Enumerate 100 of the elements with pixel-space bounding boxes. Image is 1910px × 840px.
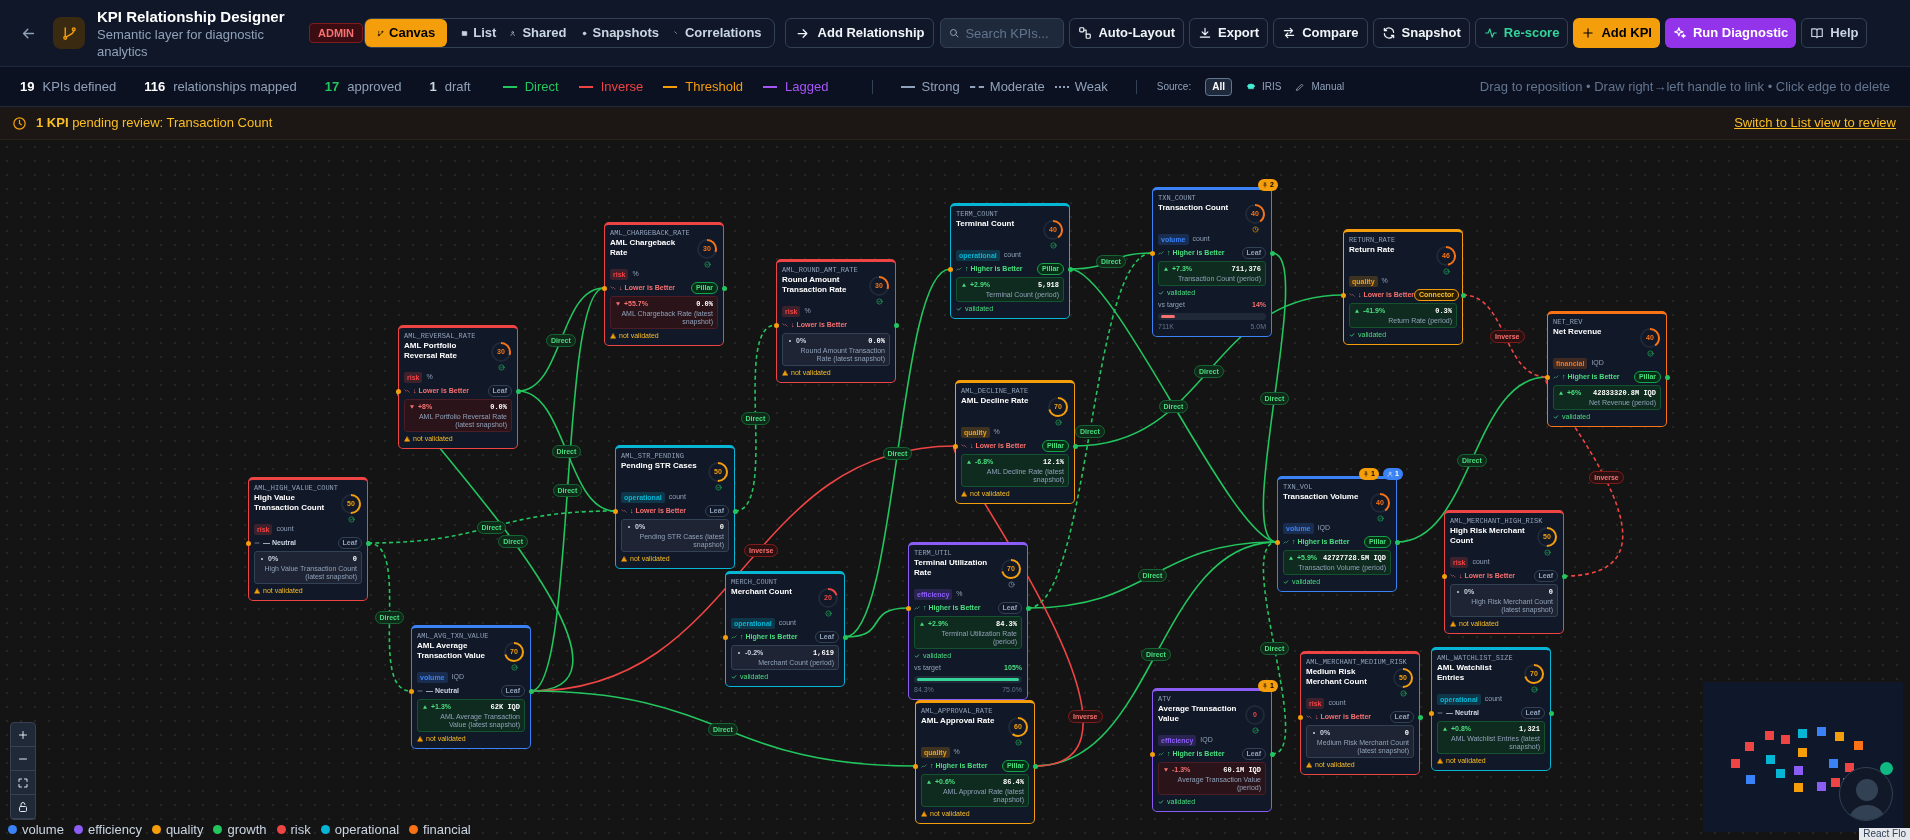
connection-handle[interactable]: [947, 266, 953, 272]
score-ring: [1639, 327, 1661, 349]
connection-handle[interactable]: [1548, 710, 1554, 716]
dot-icon: [736, 650, 742, 657]
plus-icon: [17, 728, 29, 741]
stat-label: relationships mapped: [173, 77, 297, 96]
connection-handle[interactable]: [1340, 292, 1346, 298]
source-filter[interactable]: Manual: [1295, 77, 1345, 96]
score-ring: [707, 461, 729, 483]
score-ring: [1244, 203, 1266, 225]
view-tab[interactable]: Correlations: [673, 19, 762, 47]
tab-icon: [377, 29, 385, 37]
score-ring: [1369, 492, 1391, 514]
trend-icon: [1283, 539, 1289, 545]
add-kpi-icon: [1581, 26, 1596, 40]
connection-handle[interactable]: [732, 508, 738, 514]
score-ring: [1435, 245, 1457, 267]
score-ring: [696, 238, 718, 260]
attribution-link[interactable]: React Flo: [1859, 828, 1910, 840]
view-tab[interactable]: Shared: [510, 19, 567, 47]
connection-handle[interactable]: [408, 688, 414, 694]
connection-handle[interactable]: [1394, 539, 1400, 545]
branch-icon: [60, 24, 78, 42]
tab-icon: [673, 29, 680, 37]
up-triangle-icon: [926, 779, 932, 786]
toolbar-button[interactable]: Auto-Layout: [1069, 18, 1184, 48]
connection-handle[interactable]: [245, 540, 251, 546]
search-field[interactable]: Search KPIs...: [940, 18, 1065, 48]
toolbar-button[interactable]: Re-score: [1474, 18, 1569, 48]
app-subtitle: Semantic layer for diagnostic analytics: [97, 25, 265, 60]
connection-handle[interactable]: [1561, 573, 1567, 579]
connection-handle[interactable]: [773, 322, 779, 328]
connection-handle[interactable]: [952, 443, 958, 449]
pin-icon: [1262, 683, 1268, 689]
kpi-name: Transaction Count: [1158, 203, 1230, 213]
kpi-name: AML Watchlist Entries: [1437, 663, 1493, 683]
connection-handle[interactable]: [1269, 250, 1275, 256]
down-triangle-icon: [615, 301, 621, 308]
score-ring: [1392, 667, 1414, 689]
connection-handle[interactable]: [515, 388, 521, 394]
kpi-name: AML Decline Rate: [961, 396, 1030, 406]
trend-icon: [1349, 292, 1355, 298]
connection-handle[interactable]: [912, 763, 918, 769]
legend-label: financial: [423, 821, 471, 839]
score-ring: [868, 275, 890, 297]
source-filter[interactable]: All: [1205, 77, 1232, 96]
minimap-node: [1798, 748, 1808, 758]
pending-review-message: 1 KPI pending review: Transaction Count: [36, 114, 273, 133]
connection-handle[interactable]: [1025, 605, 1031, 611]
line-style-label: Moderate: [989, 77, 1045, 96]
connection-handle[interactable]: [1072, 443, 1078, 449]
view-tab[interactable]: Snapshots: [580, 19, 659, 47]
warning-icon: [610, 332, 616, 339]
connection-handle[interactable]: [1460, 292, 1466, 298]
minimap-node: [1731, 758, 1740, 768]
toolbar-button[interactable]: Help: [1801, 18, 1868, 48]
legend-label: efficiency: [87, 821, 142, 839]
connection-handle[interactable]: [722, 634, 728, 640]
connection-handle[interactable]: [1149, 751, 1155, 757]
up-triangle-icon: [1354, 308, 1360, 315]
connection-handle[interactable]: [1664, 374, 1670, 380]
check-icon: [914, 652, 920, 659]
connection-handle[interactable]: [1544, 374, 1550, 380]
connection-handle[interactable]: [893, 322, 899, 328]
connection-handle[interactable]: [1441, 573, 1447, 579]
view-tab[interactable]: List: [461, 19, 497, 47]
stat-value: 17: [324, 77, 340, 96]
legend-label: risk: [290, 821, 311, 839]
connection-handle[interactable]: [612, 508, 618, 514]
toolbar-button[interactable]: Compare: [1273, 18, 1368, 48]
connection-handle[interactable]: [842, 634, 848, 640]
connection-handle[interactable]: [1067, 266, 1073, 272]
trend-icon: [417, 688, 423, 694]
review-link[interactable]: Switch to List view to review: [1734, 113, 1896, 133]
connection-handle[interactable]: [601, 285, 607, 291]
toolbar-button[interactable]: Snapshot: [1372, 18, 1470, 48]
connection-handle[interactable]: [1297, 714, 1303, 720]
add-relationship-button[interactable]: Add Relationship: [784, 18, 935, 48]
view-tab[interactable]: Canvas: [365, 19, 448, 47]
stat-label: draft: [444, 77, 471, 96]
connection-handle[interactable]: [721, 285, 727, 291]
app-title: KPI Relationship Designer: [97, 6, 286, 26]
export-icon: [1198, 26, 1212, 40]
connection-handle[interactable]: [365, 540, 371, 546]
connection-handle[interactable]: [905, 605, 911, 611]
warning-icon: [1450, 620, 1456, 627]
score-ring: [1007, 716, 1029, 738]
score-ring: [340, 493, 362, 515]
trend-icon: [782, 322, 788, 328]
toolbar-button[interactable]: Add KPI: [1573, 18, 1660, 48]
connection-handle[interactable]: [395, 388, 401, 394]
connection-handle[interactable]: [528, 688, 534, 694]
source-filter[interactable]: IRIS: [1245, 77, 1282, 96]
toolbar-button[interactable]: Run Diagnostic: [1664, 18, 1797, 48]
connection-handle[interactable]: [1269, 751, 1275, 757]
connector-line[interactable]: [1262, 541, 1287, 755]
connection-handle[interactable]: [1274, 539, 1280, 545]
connection-handle[interactable]: [1032, 763, 1038, 769]
connection-handle[interactable]: [1149, 250, 1155, 256]
toolbar-button[interactable]: Export: [1189, 18, 1269, 48]
